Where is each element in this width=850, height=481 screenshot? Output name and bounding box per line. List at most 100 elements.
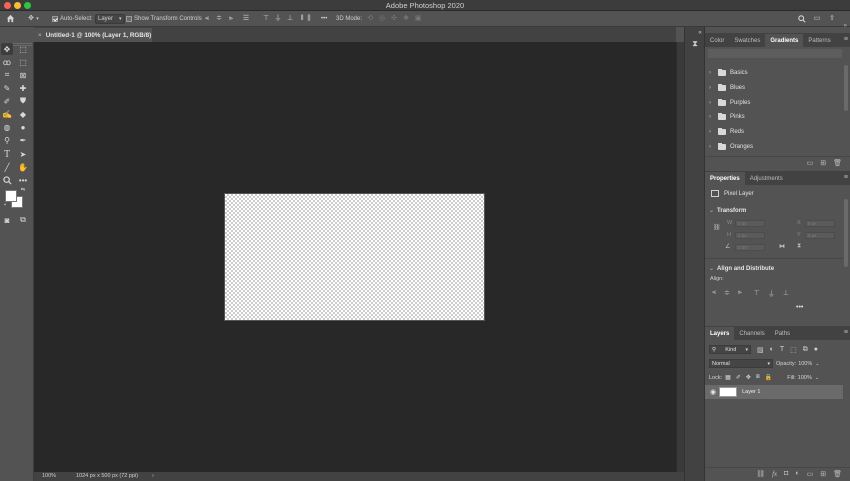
distribute-spacing-icon[interactable]: ⫼ — [305, 13, 313, 24]
flip-vertical-icon[interactable]: ⧗ — [797, 243, 801, 250]
pen-tool-icon[interactable]: ✒ — [17, 134, 29, 146]
status-info-arrow[interactable]: › — [152, 473, 154, 479]
new-adjustment-layer-icon[interactable]: ◐ — [795, 470, 799, 477]
opacity-value[interactable]: 100% — [798, 361, 812, 367]
dodge-tool-icon[interactable]: ⚲ — [1, 134, 13, 146]
clone-stamp-tool-icon[interactable]: ⛊ — [17, 95, 29, 107]
workspace-icon[interactable]: ▭ — [813, 15, 821, 23]
transform-section-title[interactable]: ⌄ Transform — [709, 207, 746, 215]
add-mask-icon[interactable]: ◘ — [784, 470, 788, 477]
filter-type-icon[interactable]: T — [780, 346, 784, 354]
panel-menu-icon[interactable]: ≡ — [844, 36, 848, 43]
line-tool-icon[interactable]: ╱ — [1, 161, 13, 173]
link-icon[interactable]: ⛓ — [713, 224, 721, 231]
new-group-icon[interactable]: ▭ — [807, 470, 814, 478]
width-field[interactable]: 0 px — [735, 220, 765, 227]
flip-horizontal-icon[interactable]: ⧓ — [779, 243, 785, 250]
object-selection-tool-icon[interactable]: ⬚ — [17, 56, 29, 68]
auto-select-dropdown[interactable]: Layer ▾ — [95, 13, 125, 24]
align-top-icon[interactable]: ⊤ — [754, 289, 760, 299]
new-gradient-icon[interactable]: ⊞ — [820, 159, 826, 167]
eraser-tool-icon[interactable]: ◆ — [17, 108, 29, 120]
canvas-vertical-scrollbar[interactable] — [676, 42, 684, 472]
paint-bucket-tool-icon[interactable]: ◍ — [1, 121, 13, 133]
path-selection-tool-icon[interactable]: ➤ — [17, 148, 29, 160]
move-tool-preset-button[interactable]: ✥ ▾ — [27, 13, 40, 24]
align-top-edges-icon[interactable]: ⊤ — [262, 15, 270, 23]
default-colors-icon[interactable]: ▪ — [2, 202, 8, 208]
tab-properties[interactable]: Properties — [705, 172, 745, 185]
align-middle-icon[interactable]: ⏚ — [768, 289, 775, 299]
panel-menu-icon[interactable]: ≡ — [844, 329, 848, 336]
height-field[interactable]: 0 px — [735, 232, 765, 239]
marquee-tool-icon[interactable]: ⬚ — [17, 43, 29, 55]
more-align-options-button[interactable]: ••• — [796, 304, 803, 311]
zoom-level[interactable]: 100% — [42, 473, 56, 479]
healing-brush-tool-icon[interactable]: ✚ — [17, 82, 29, 94]
gradient-folder-oranges[interactable]: › Oranges — [709, 141, 753, 153]
delete-layer-icon[interactable]: 🗑 — [833, 470, 842, 478]
home-icon[interactable] — [6, 13, 15, 24]
lock-transparent-pixels-icon[interactable]: ▦ — [725, 374, 731, 381]
eye-icon[interactable]: ◉ — [710, 388, 716, 396]
screen-mode-icon[interactable]: ⧉ — [17, 214, 29, 226]
y-field[interactable]: 0 px — [805, 232, 835, 239]
search-icon[interactable] — [798, 14, 806, 23]
history-panel-icon[interactable]: ⧗ — [690, 39, 700, 49]
close-document-icon[interactable]: × — [38, 32, 42, 39]
gradient-folder-pinks[interactable]: › Pinks — [709, 111, 745, 123]
layer-name[interactable]: Layer 1 — [742, 389, 760, 395]
align-center-icon[interactable]: ≑ — [724, 289, 730, 299]
type-tool-icon[interactable]: T — [1, 148, 13, 160]
align-right-icon[interactable]: ⫸ — [738, 289, 742, 299]
hand-tool-icon[interactable]: ✋ — [17, 161, 29, 173]
x-field[interactable]: 0 px — [805, 220, 835, 227]
tab-paths[interactable]: Paths — [770, 327, 795, 340]
expand-panels-icon[interactable]: « — [697, 28, 703, 38]
gradients-scrollbar[interactable] — [844, 65, 848, 111]
crop-tool-icon[interactable]: ⌗ — [1, 69, 13, 81]
layer-row[interactable]: ◉ Layer 1 — [705, 385, 843, 399]
tab-layers[interactable]: Layers — [705, 327, 735, 340]
lock-position-icon[interactable]: ✥ — [746, 374, 751, 381]
trash-icon[interactable]: 🗑 — [833, 159, 842, 167]
swap-colors-icon[interactable]: ⇆ — [20, 187, 26, 193]
tab-gradients[interactable]: Gradients — [765, 34, 804, 47]
foreground-color-swatch[interactable] — [5, 190, 17, 202]
document-canvas[interactable] — [224, 193, 485, 321]
move-tool-icon[interactable]: ✥ — [1, 43, 13, 55]
align-distribute-section-title[interactable]: ⌄ Align and Distribute — [709, 265, 774, 273]
properties-scrollbar[interactable] — [844, 199, 848, 267]
new-layer-icon[interactable]: ⊞ — [820, 470, 826, 478]
align-bottom-icon[interactable]: ⊥ — [783, 289, 789, 299]
align-horizontal-centers-icon[interactable]: ≑ — [215, 15, 223, 23]
eyedropper-tool-icon[interactable]: ✎ — [1, 82, 13, 94]
blur-tool-icon[interactable]: ● — [17, 121, 29, 133]
gradient-folder-reds[interactable]: › Reds — [709, 126, 744, 138]
gradient-folder-purples[interactable]: › Purples — [709, 97, 750, 109]
align-bottom-edges-icon[interactable]: ⊥ — [286, 15, 294, 23]
canvas-area[interactable] — [34, 42, 676, 472]
chevron-down-icon[interactable]: ⌄ — [815, 375, 819, 381]
align-left-icon[interactable]: ⫷ — [712, 289, 716, 299]
new-group-folder-icon[interactable]: ▭ — [807, 159, 814, 167]
quick-mask-icon[interactable]: ◙ — [1, 214, 13, 226]
blend-mode-dropdown[interactable]: Normal ▾ — [709, 359, 773, 368]
tab-channels[interactable]: Channels — [734, 327, 769, 340]
filter-adjustment-icon[interactable]: ◐ — [770, 346, 774, 354]
filter-toggle-icon[interactable]: ● — [814, 346, 818, 354]
align-vertical-centers-icon[interactable]: ⏚ — [274, 15, 282, 23]
align-left-edges-icon[interactable]: ⫷ — [203, 15, 211, 23]
lock-artboard-icon[interactable]: ⧈ — [756, 374, 760, 381]
panel-menu-icon[interactable]: ≡ — [844, 174, 848, 181]
gradient-folder-basics[interactable]: › Basics — [709, 67, 748, 79]
align-right-edges-icon[interactable]: ⫸ — [227, 15, 235, 23]
chevron-down-icon[interactable]: ⌄ — [815, 361, 819, 367]
auto-select-checkbox[interactable]: Auto-Select: — [52, 13, 93, 24]
tab-patterns[interactable]: Patterns — [803, 34, 835, 47]
angle-field[interactable]: 0.00° — [735, 244, 765, 251]
zoom-tool-icon[interactable] — [1, 174, 13, 186]
show-transform-controls-checkbox[interactable]: Show Transform Controls — [126, 13, 202, 24]
brush-tool-icon[interactable]: ✐ — [1, 95, 13, 107]
frame-tool-icon[interactable]: ⊠ — [17, 69, 29, 81]
